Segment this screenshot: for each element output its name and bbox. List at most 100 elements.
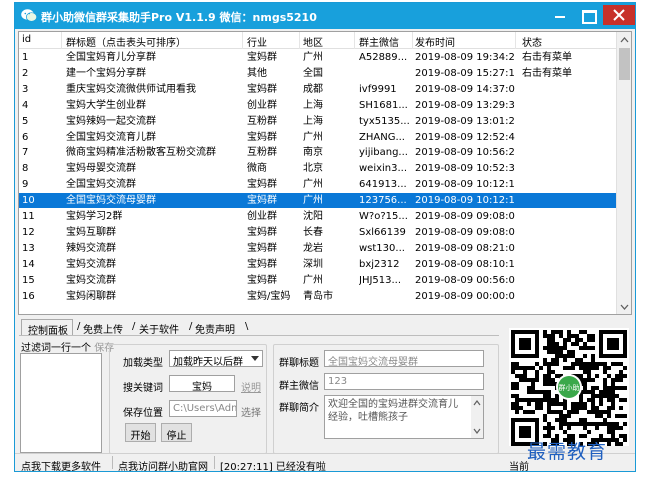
cell-industry: 创业群 (247, 211, 277, 222)
keyword-label: 搜关键词 (123, 383, 163, 394)
start-button[interactable]: 开始 (125, 423, 156, 442)
minimize-button[interactable] (547, 5, 573, 25)
cell-id: 13 (22, 242, 35, 254)
scroll-down-icon[interactable] (619, 302, 630, 312)
scroll-up-icon[interactable] (471, 398, 483, 408)
cell-wechat: SH1681... (359, 99, 408, 111)
keyword-help-link[interactable]: 说明 (241, 379, 261, 394)
group-title-label: 群聊标题 (279, 358, 319, 369)
load-type-value: 加载昨天以后群 (173, 357, 243, 367)
status-divider (112, 456, 113, 469)
download-more-link[interactable]: 点我下载更多软件 (21, 458, 101, 473)
tab-control-panel[interactable]: 控制面板 (21, 319, 73, 337)
window-title: 群小助微信群采集助手Pro V1.1.9 微信：nmgs5210 (41, 11, 317, 24)
table-row[interactable]: 5 宝妈辣妈一起交流群 互粉群 上海 tyx5135... 2019-08-09 13:0… (19, 114, 616, 129)
cell-industry: 宝妈群 (247, 52, 277, 63)
chevron-down-icon (251, 356, 259, 361)
table-row[interactable]: 3 重庆宝妈交流微供师试用看我 宝妈群 成都 ivf9991 2019-08-09 14:… (19, 82, 616, 97)
owner-wechat-label: 群主微信 (279, 381, 319, 392)
cell-industry: 宝妈群 (247, 195, 277, 207)
table-row[interactable]: 12 宝妈互聊群 宝妈群 长春 Sxl66139 2019-08-09 09:08:07 (19, 225, 616, 240)
cell-time: 2019-08-09 13:29:39 (415, 99, 515, 111)
group-intro-field[interactable]: 欢迎全国的宝妈进群交流育儿经验，吐槽熊孩子 (324, 395, 484, 439)
tab-divider: \ (245, 321, 249, 332)
cell-wechat: tyx5135... (359, 115, 410, 127)
table-row[interactable]: 10 全国宝妈交流母婴群 宝妈群 广州 123756... 2019-08-09 10:1… (19, 193, 616, 209)
intro-scrollbar[interactable] (471, 396, 483, 438)
cell-region: 广州 (303, 274, 323, 286)
load-type-select[interactable]: 加载昨天以后群 (169, 350, 263, 367)
qr-code: 群小助 (509, 328, 629, 446)
column-header-industry[interactable]: 行业 (247, 34, 267, 49)
column-header-owner-wechat[interactable]: 群主微信 (359, 34, 399, 49)
table-row[interactable]: 9 全国宝妈交流群 宝妈群 广州 641913... 2019-08-09 10:12:1… (19, 177, 616, 192)
cell-wechat: 123756... (359, 195, 407, 207)
cell-time: 2019-08-09 10:12:14 (415, 195, 515, 207)
cell-title: 辣妈交流群 (66, 242, 116, 254)
table-row[interactable]: 11 宝妈学习2群 创业群 沈阳 W?o?15... 2019-08-09 09:08:0… (19, 209, 616, 224)
cell-title: 微商宝妈精准活粉散客互粉交流群 (66, 147, 216, 159)
maximize-button[interactable] (575, 5, 601, 25)
title-bar[interactable]: 群小助微信群采集助手Pro V1.1.9 微信：nmgs5210 (15, 3, 635, 29)
cell-region: 沈阳 (303, 211, 323, 222)
group-intro-label: 群聊简介 (279, 403, 319, 414)
cell-time: 2019-08-09 10:56:21 (415, 147, 515, 159)
cell-id: 4 (22, 99, 29, 111)
table-row[interactable]: 2 建一个宝妈分享群 其他 全国 2019-08-09 15:27:11 右击有菜单 (19, 66, 616, 81)
table-row[interactable]: 8 宝妈母婴交流群 微商 北京 weixin3... 2019-08-09 10:52:3… (19, 161, 616, 176)
cell-industry: 宝妈群 (247, 226, 277, 238)
tab-disclaimer[interactable]: 免责声明 (195, 319, 235, 336)
table-row[interactable]: 4 宝妈大学生创业群 创业群 上海 SH1681... 2019-08-09 13:29:… (19, 98, 616, 113)
cell-wechat: Sxl66139 (359, 226, 406, 238)
cell-title: 全国宝妈交流育儿群 (66, 131, 156, 143)
column-header-region[interactable]: 地区 (303, 34, 323, 49)
filter-words-input[interactable] (20, 353, 102, 453)
scroll-down-icon[interactable] (471, 426, 483, 436)
cell-id: 7 (22, 147, 29, 159)
scroll-up-icon[interactable] (619, 35, 630, 45)
choose-path-button[interactable]: 选择 (241, 404, 261, 419)
keyword-input[interactable]: 宝妈 (169, 375, 235, 392)
cell-wechat: A52889... (359, 52, 408, 63)
header-divider (412, 32, 413, 49)
cell-region: 青岛市 (303, 290, 333, 302)
cell-title: 宝妈辣妈一起交流群 (66, 115, 156, 127)
cell-region: 北京 (303, 163, 323, 175)
cell-industry: 互粉群 (247, 147, 277, 159)
cell-wechat: weixin3... (359, 163, 408, 175)
header-divider (61, 32, 62, 49)
save-path-label: 保存位置 (123, 408, 163, 419)
cell-region: 上海 (303, 115, 323, 127)
scroll-thumb[interactable] (619, 48, 630, 80)
column-header-id[interactable]: id (22, 34, 31, 45)
column-header-status[interactable]: 状态 (522, 34, 542, 49)
column-header-title[interactable]: 群标题（点击表头可排序） (66, 34, 186, 49)
cell-time: 2019-08-09 00:56:04 (415, 274, 515, 286)
cell-time: 2019-08-09 13:01:26 (415, 115, 515, 127)
table-row[interactable]: 14 宝妈交流群 宝妈群 深圳 bxj2312 2019-08-09 08:10:19 (19, 257, 616, 272)
cell-time: 2019-08-09 09:08:07 (415, 226, 515, 238)
table-scrollbar[interactable] (616, 32, 631, 314)
cell-industry: 宝妈群 (247, 83, 277, 95)
stop-button[interactable]: 停止 (161, 423, 192, 442)
cell-wechat: ZHANG... (359, 131, 405, 143)
column-header-publish-time[interactable]: 发布时间 (415, 34, 455, 49)
table-row[interactable]: 6 全国宝妈交流育儿群 宝妈群 广州 ZHANG... 2019-08-09 12:52:… (19, 130, 616, 145)
group-title-field[interactable]: 全国宝妈交流母婴群 (324, 350, 484, 367)
cell-industry: 宝妈群 (247, 179, 277, 191)
tab-about[interactable]: 关于软件 (139, 319, 179, 336)
table-row[interactable]: 7 微商宝妈精准活粉散客互粉交流群 互粉群 南京 yijibang... 2019-08-… (19, 145, 616, 160)
close-button[interactable] (603, 5, 635, 25)
tab-free-upload[interactable]: 免费上传 (83, 319, 123, 336)
table-row[interactable]: 16 宝妈闲聊群 宝妈/宝妈 青岛市 2019-08-09 00:00:00 (19, 289, 616, 304)
save-path-input[interactable]: C:\Users\Adm (169, 400, 237, 417)
owner-wechat-field[interactable]: 123 (324, 373, 484, 390)
table-row[interactable]: 15 宝妈交流群 宝妈群 广州 JHJ513... 2019-08-09 00:56:04 (19, 273, 616, 288)
group-list-table[interactable]: id 群标题（点击表头可排序） 行业 地区 群主微信 发布时间 状态 1 全国宝妈… (18, 31, 632, 315)
tab-strip: 控制面板 / 免费上传 / 关于软件 / 免责声明 \ (19, 319, 359, 337)
visit-site-link[interactable]: 点我访问群小助官网 (118, 458, 208, 473)
table-row[interactable]: 13 辣妈交流群 宝妈群 龙岩 wst130... 2019-08-09 08:21:04 (19, 241, 616, 256)
table-row[interactable]: 1 全国宝妈育儿分享群 宝妈群 广州 A52889... 2019-08-09 19:34… (19, 50, 616, 65)
cell-time: 2019-08-09 09:08:07 (415, 211, 515, 222)
cell-id: 9 (22, 179, 29, 191)
